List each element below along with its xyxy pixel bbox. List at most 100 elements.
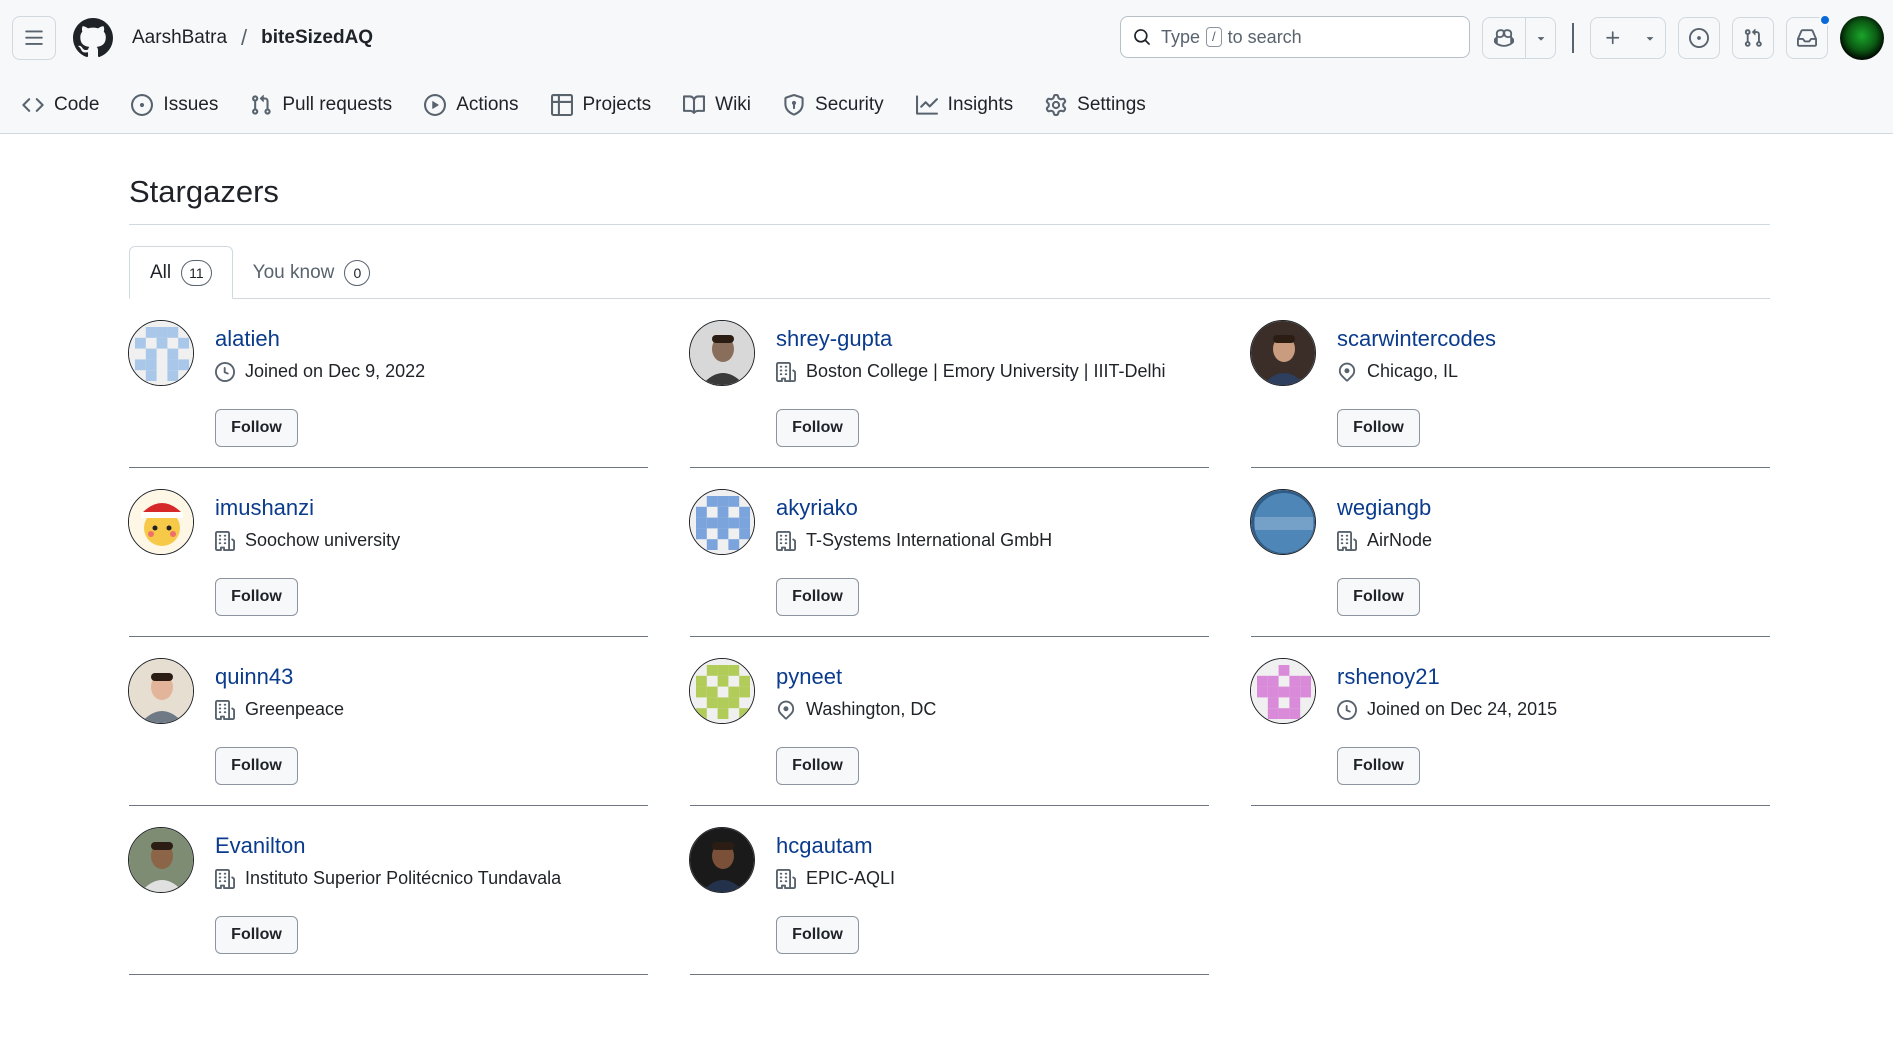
follow-button[interactable]: Follow	[1337, 578, 1420, 616]
tab-code[interactable]: Code	[22, 76, 99, 134]
follow-button[interactable]: Follow	[215, 747, 298, 785]
follow-button[interactable]: Follow	[215, 409, 298, 447]
copilot-icon	[1494, 29, 1514, 47]
avatar[interactable]	[689, 827, 755, 893]
stargazer-tabs: All 11 You know 0	[129, 246, 1770, 299]
triangle-down-icon	[1537, 37, 1544, 41]
user-login-link[interactable]: Evanilton	[215, 833, 306, 859]
user-login-link[interactable]: akyriako	[776, 495, 858, 521]
avatar[interactable]	[128, 658, 194, 724]
follow-button[interactable]: Follow	[776, 747, 859, 785]
pull-request-icon	[252, 94, 271, 115]
graph-icon	[915, 95, 938, 115]
tab-projects[interactable]: Projects	[550, 76, 651, 134]
stargazer-card: hcgautam EPIC-AQLI Follow	[689, 806, 1209, 975]
location-icon	[1338, 362, 1356, 381]
toolbar-divider	[1572, 23, 1574, 53]
avatar[interactable]	[1250, 658, 1316, 724]
tab-security[interactable]: Security	[783, 76, 884, 134]
notification-dot	[1819, 14, 1831, 26]
user-meta: Soochow university	[215, 530, 400, 551]
pull-request-icon	[1744, 28, 1762, 47]
follow-button[interactable]: Follow	[215, 916, 298, 954]
code-icon	[22, 98, 44, 112]
page-title: Stargazers	[129, 174, 1770, 225]
avatar[interactable]	[689, 489, 755, 555]
tab-label: Code	[54, 94, 100, 115]
follow-button[interactable]: Follow	[1337, 747, 1420, 785]
tab-wiki[interactable]: Wiki	[683, 76, 751, 134]
breadcrumb-separator: /	[241, 25, 248, 50]
user-meta: Washington, DC	[776, 699, 936, 720]
tab-insights[interactable]: Insights	[915, 76, 1014, 134]
user-login-link[interactable]: rshenoy21	[1337, 664, 1440, 690]
user-login-link[interactable]: pyneet	[776, 664, 842, 690]
user-login-link[interactable]: imushanzi	[215, 495, 314, 521]
user-login-link[interactable]: hcgautam	[776, 833, 873, 859]
tab-label: Insights	[947, 94, 1014, 115]
stargazer-card: rshenoy21 Joined on Dec 24, 2015 Follow	[1250, 637, 1770, 806]
avatar[interactable]	[128, 320, 194, 386]
book-icon	[683, 95, 706, 114]
avatar[interactable]	[1250, 489, 1316, 555]
avatar[interactable]	[689, 658, 755, 724]
user-login-link[interactable]: alatieh	[215, 326, 280, 352]
menu-button[interactable]	[12, 16, 56, 60]
user-login-link[interactable]: scarwintercodes	[1337, 326, 1496, 352]
search-input[interactable]: Type / to search	[1120, 16, 1470, 58]
search-shortcut-key: /	[1206, 27, 1222, 47]
tab-actions[interactable]: Actions	[424, 76, 519, 134]
copilot-dropdown-button[interactable]	[1525, 18, 1555, 58]
user-login-link[interactable]: shrey-gupta	[776, 326, 892, 352]
header-tools	[1482, 14, 1884, 60]
tab-settings[interactable]: Settings	[1045, 76, 1146, 134]
avatar[interactable]	[689, 320, 755, 386]
user-avatar[interactable]	[1840, 16, 1884, 60]
issue-icon	[1689, 28, 1709, 48]
issues-button[interactable]	[1678, 17, 1720, 59]
tab-counter: 0	[344, 259, 371, 286]
pull-requests-button[interactable]	[1732, 17, 1774, 59]
issue-icon	[131, 94, 154, 116]
user-meta-text: Greenpeace	[245, 699, 345, 719]
avatar[interactable]	[128, 827, 194, 893]
follow-button[interactable]: Follow	[776, 409, 859, 447]
gear-icon	[1045, 94, 1067, 116]
stargazer-card: quinn43 Greenpeace Follow	[128, 637, 648, 806]
inbox-icon	[1797, 29, 1817, 47]
breadcrumb: AarshBatra / biteSizedAQ	[132, 25, 373, 51]
hamburger-icon	[25, 30, 43, 45]
plus-segment	[1591, 18, 1635, 58]
clock-icon	[1337, 699, 1357, 720]
search-suffix-text: to search	[1227, 26, 1302, 47]
user-meta: Joined on Dec 24, 2015	[1337, 699, 1557, 720]
repo-name-link[interactable]: biteSizedAQ	[261, 27, 373, 49]
inbox-button[interactable]	[1786, 14, 1831, 59]
avatar[interactable]	[1250, 320, 1316, 386]
tab-pull-requests[interactable]: Pull requests	[250, 76, 392, 134]
user-meta: Boston College | Emory University | IIIT…	[776, 361, 1165, 382]
user-login-link[interactable]: wegiangb	[1337, 495, 1431, 521]
copilot-button[interactable]	[1483, 18, 1525, 58]
user-meta-text: Boston College | Emory University | IIIT…	[806, 361, 1166, 381]
user-meta: EPIC-AQLI	[776, 868, 895, 889]
follow-button[interactable]: Follow	[215, 578, 298, 616]
follow-button[interactable]: Follow	[776, 916, 859, 954]
follow-button[interactable]: Follow	[1337, 409, 1420, 447]
shield-icon	[784, 94, 804, 116]
building-icon	[776, 361, 796, 382]
follow-button[interactable]: Follow	[776, 578, 859, 616]
tab-label: Pull requests	[282, 94, 393, 115]
create-new-button[interactable]	[1590, 17, 1666, 59]
tab-label: You know	[252, 261, 335, 283]
user-meta-text: Joined on Dec 9, 2022	[245, 361, 426, 381]
avatar[interactable]	[128, 489, 194, 555]
github-logo-icon[interactable]	[72, 17, 114, 59]
user-login-link[interactable]: quinn43	[215, 664, 293, 690]
tab-you-know[interactable]: You know 0	[233, 246, 391, 299]
tab-all[interactable]: All 11	[129, 246, 233, 299]
repo-owner-link[interactable]: AarshBatra	[132, 27, 227, 49]
tab-issues[interactable]: Issues	[131, 76, 218, 134]
user-meta: Chicago, IL	[1337, 361, 1458, 382]
building-icon	[776, 868, 796, 889]
